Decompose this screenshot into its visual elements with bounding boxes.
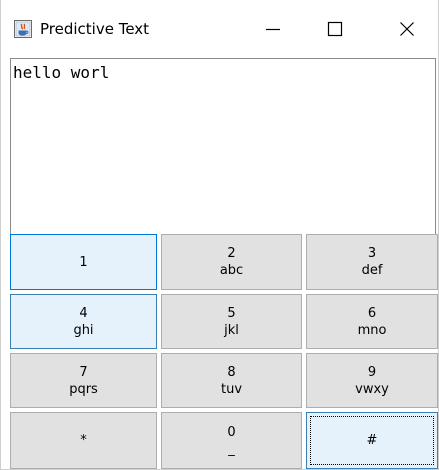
key-9-number: 9 <box>367 364 377 380</box>
key-8[interactable]: 8 tuv <box>161 353 302 408</box>
key-7[interactable]: 7 pqrs <box>10 353 157 408</box>
key-4-letters: ghi <box>73 322 94 338</box>
key-6-number: 6 <box>367 305 377 321</box>
key-5-number: 5 <box>227 305 236 321</box>
close-button[interactable] <box>378 0 436 58</box>
key-8-letters: tuv <box>220 381 243 397</box>
minimize-button[interactable] <box>244 0 302 58</box>
key-2-number: 2 <box>227 246 236 261</box>
key-2[interactable]: 2 abc <box>161 234 302 290</box>
key-hash-symbol: # <box>366 433 378 448</box>
key-2-letters: abc <box>219 263 244 278</box>
key-star[interactable]: * <box>10 412 157 469</box>
key-0-letters: _ <box>228 441 235 457</box>
key-hash[interactable]: # <box>306 412 438 469</box>
key-9[interactable]: 9 vwxy <box>306 353 438 408</box>
key-0[interactable]: 0 _ <box>161 412 302 469</box>
key-6-letters: mno <box>357 322 387 338</box>
key-9-letters: vwxy <box>355 381 389 397</box>
key-8-number: 8 <box>227 364 236 380</box>
maximize-icon <box>327 21 343 37</box>
title-bar[interactable]: Predictive Text <box>1 0 438 58</box>
text-input-area[interactable]: hello worl <box>10 58 436 234</box>
key-0-number: 0 <box>227 424 236 440</box>
phone-keypad: 1 2 abc 3 def 4 ghi 5 jkl 6 mno 7 pqrs 8… <box>10 234 438 469</box>
java-app-icon <box>14 20 32 38</box>
predictive-text-window: Predictive Text hello worl 1 2 abc 3 def… <box>0 0 439 470</box>
key-3-number: 3 <box>367 246 377 261</box>
key-3[interactable]: 3 def <box>306 234 438 290</box>
key-star-symbol: * <box>80 433 87 448</box>
minimize-icon <box>266 28 280 31</box>
key-7-number: 7 <box>79 364 88 380</box>
key-4-number: 4 <box>79 305 88 321</box>
key-5[interactable]: 5 jkl <box>161 294 302 349</box>
window-title: Predictive Text <box>40 20 150 38</box>
key-7-letters: pqrs <box>69 381 98 397</box>
key-1[interactable]: 1 <box>10 234 157 290</box>
key-4[interactable]: 4 ghi <box>10 294 157 349</box>
key-1-number: 1 <box>79 254 88 270</box>
maximize-button[interactable] <box>306 0 364 58</box>
key-6[interactable]: 6 mno <box>306 294 438 349</box>
close-icon <box>400 22 414 36</box>
key-5-letters: jkl <box>224 322 239 338</box>
key-3-letters: def <box>361 263 383 278</box>
